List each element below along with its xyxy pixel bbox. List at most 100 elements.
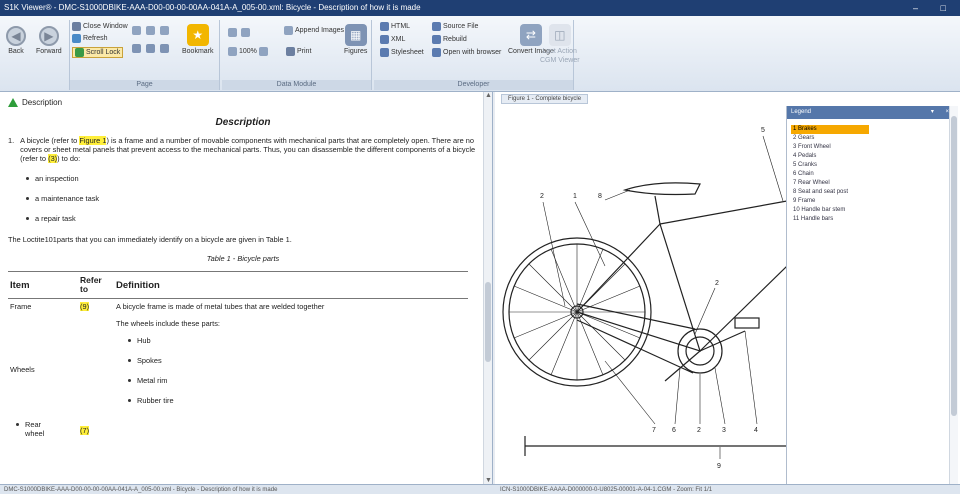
col-header-definition: Definition bbox=[114, 271, 468, 299]
bullet-icon bbox=[26, 197, 29, 200]
cell-definition: Hub Spokes Metal rim Rubber tire bbox=[114, 331, 468, 408]
xml-button[interactable]: XML bbox=[380, 35, 405, 44]
first-page-icon[interactable] bbox=[228, 28, 237, 37]
cgm-viewer-button[interactable]: ◫ Last Action CGM Viewer bbox=[540, 24, 580, 64]
legend-item-brakes[interactable]: 1 Brakes bbox=[791, 125, 869, 134]
list-item: an inspection bbox=[26, 174, 478, 183]
printer-icon bbox=[286, 47, 295, 56]
save-icon[interactable] bbox=[132, 44, 141, 53]
source-file-button[interactable]: Source File bbox=[432, 22, 478, 31]
ref-link-3[interactable]: (3) bbox=[48, 154, 58, 163]
legend-list: 1 Brakes 2 Gears 3 Front Wheel 4 Pedals … bbox=[787, 125, 958, 224]
callout-label: 1 bbox=[573, 193, 577, 200]
legend-scrollbar[interactable] bbox=[949, 106, 958, 484]
document-pane[interactable]: Description Description 1. A bicycle (re… bbox=[0, 92, 493, 484]
scroll-up-icon[interactable]: ▲ bbox=[484, 92, 492, 99]
paste-icon[interactable] bbox=[146, 26, 155, 35]
ribbon-group-developer: HTML XML Stylesheet Source File Rebuild … bbox=[374, 20, 580, 90]
navigation-tools bbox=[228, 28, 250, 37]
callout-label: 2 bbox=[715, 280, 719, 287]
append-images-icon bbox=[284, 26, 293, 35]
legend-item-handle-bar-stem[interactable]: 10 Handle bar stem bbox=[791, 206, 958, 215]
zoom-in-icon bbox=[258, 47, 268, 56]
last-page-icon[interactable] bbox=[241, 28, 250, 37]
window-controls[interactable]: – □ bbox=[913, 0, 956, 16]
export-icon[interactable] bbox=[160, 44, 169, 53]
legend-item-pedals[interactable]: 4 Pedals bbox=[791, 152, 958, 161]
figures-button[interactable]: ▦ Figures bbox=[344, 24, 367, 55]
copy-icon[interactable] bbox=[132, 26, 141, 35]
cgm-viewer-icon: ◫ bbox=[548, 24, 571, 46]
forward-arrow-icon: ▶ bbox=[38, 26, 59, 46]
legend-item-front-wheel[interactable]: 3 Front Wheel bbox=[791, 143, 958, 152]
browser-icon bbox=[432, 48, 441, 57]
tab-figure-1[interactable]: Figure 1 - Complete bicycle bbox=[501, 94, 589, 104]
ref-link-9[interactable]: (9) bbox=[80, 302, 90, 311]
figure-pane[interactable]: Figure 1 - Complete bicycle 2 1 8 5 2 7 … bbox=[495, 92, 960, 484]
col-header-item: Item bbox=[8, 271, 78, 299]
cell-item: Wheels bbox=[10, 365, 35, 374]
legend-item-rear-wheel[interactable]: 7 Rear Wheel bbox=[791, 179, 958, 188]
convert-image-icon: ⇄ bbox=[519, 24, 542, 46]
print-icon[interactable] bbox=[146, 44, 155, 53]
legend-item-seat[interactable]: 8 Seat and seat post bbox=[791, 188, 958, 197]
close-window-button[interactable]: Close Window bbox=[72, 22, 128, 31]
page-title: Description bbox=[215, 117, 271, 128]
legend-item-cranks[interactable]: 5 Cranks bbox=[791, 161, 958, 170]
open-browser-button[interactable]: Open with browser bbox=[432, 48, 501, 57]
back-arrow-icon: ◀ bbox=[6, 26, 26, 46]
parts-sentence: The Loctite101parts that you can immedia… bbox=[8, 235, 292, 244]
pedal bbox=[734, 317, 760, 329]
html-button[interactable]: HTML bbox=[380, 22, 410, 31]
refresh-icon bbox=[72, 34, 81, 43]
list-item: a repair task bbox=[26, 214, 478, 223]
document-scrollbar[interactable]: ▲ ▼ bbox=[483, 92, 492, 484]
group-label-page: Page bbox=[70, 80, 219, 90]
list-item: Metal rim bbox=[128, 376, 466, 385]
bullet-icon bbox=[128, 379, 131, 382]
html-icon bbox=[380, 22, 389, 31]
print-button[interactable]: Print bbox=[286, 47, 311, 56]
forward-button[interactable]: ▶ Forward bbox=[36, 26, 62, 55]
xml-icon bbox=[380, 35, 389, 44]
legend-item-gears[interactable]: 2 Gears bbox=[791, 134, 958, 143]
list-item: Rubber tire bbox=[128, 396, 466, 405]
scroll-down-icon[interactable]: ▼ bbox=[484, 477, 492, 484]
saddle bbox=[622, 182, 701, 196]
section-header[interactable]: Description bbox=[8, 98, 478, 107]
append-images-button[interactable]: Append Images bbox=[284, 26, 344, 35]
ref-link-7[interactable]: (7) bbox=[80, 426, 90, 435]
bullet-icon bbox=[128, 359, 131, 362]
parts-table: Item Refer to Definition Frame (9) A bic… bbox=[8, 271, 468, 441]
status-left: DMC-S1000DBIKE-AAA-D00-00-00-00AA-041A-A… bbox=[4, 487, 278, 493]
rebuild-button[interactable]: Rebuild bbox=[432, 35, 467, 44]
collapse-triangle-icon[interactable] bbox=[8, 98, 18, 107]
refresh-button[interactable]: Refresh bbox=[72, 34, 108, 43]
star-icon: ★ bbox=[186, 24, 209, 46]
cut-icon[interactable] bbox=[160, 26, 169, 35]
zoom-out-icon bbox=[228, 47, 237, 56]
legend-item-frame[interactable]: 9 Frame bbox=[791, 197, 958, 206]
close-window-icon bbox=[72, 22, 81, 31]
back-button[interactable]: ◀ Back bbox=[6, 26, 26, 55]
scroll-thumb[interactable] bbox=[485, 282, 491, 362]
table-caption: Table 1 - Bicycle parts bbox=[206, 254, 280, 263]
document-content: Description Description 1. A bicycle (re… bbox=[8, 98, 478, 441]
edit-tools bbox=[132, 26, 169, 35]
status-right: ICN-S1000DBIKE-AAAA-D000000-0-U8025-0000… bbox=[500, 487, 713, 493]
bookmark-button[interactable]: ★ Bookmark bbox=[182, 24, 214, 55]
cell-ref bbox=[78, 331, 114, 408]
zoom-control[interactable]: 100% bbox=[228, 47, 268, 56]
scroll-lock-button[interactable]: Scroll Lock bbox=[72, 47, 124, 58]
figures-icon: ▦ bbox=[344, 24, 367, 46]
legend-scroll-thumb[interactable] bbox=[951, 116, 957, 416]
intro-paragraph: 1. A bicycle (refer to Figure 1) is a fr… bbox=[8, 136, 476, 163]
legend-item-chain[interactable]: 6 Chain bbox=[791, 170, 958, 179]
title-bar: S1K Viewer® - DMC-S1000DBIKE-AAA-D00-00-… bbox=[0, 0, 960, 16]
stylesheet-button[interactable]: Stylesheet bbox=[380, 48, 424, 57]
legend-item-handle-bars[interactable]: 11 Handle bars bbox=[791, 215, 958, 224]
status-bar: DMC-S1000DBIKE-AAA-D00-00-00-00AA-041A-A… bbox=[0, 484, 960, 494]
figure-link[interactable]: Figure 1 bbox=[79, 136, 107, 145]
callout-label: 4 bbox=[754, 427, 758, 434]
list-item: Hub bbox=[128, 336, 466, 345]
